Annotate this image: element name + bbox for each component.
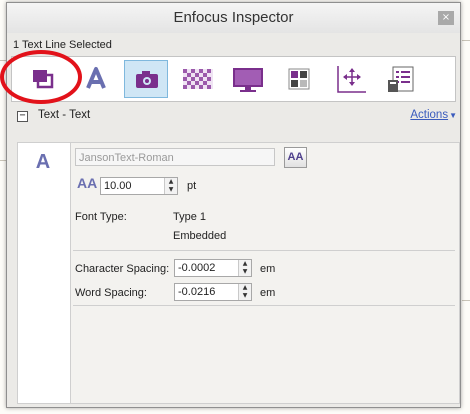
- font-embedded-status: Embedded: [173, 230, 227, 242]
- font-size-stepper[interactable]: 10.00 ▲ ▼: [100, 177, 178, 195]
- inspector-window: Enfocus Inspector × 1 Text Line Selected: [0, 2, 461, 408]
- selection-status: 1 Text Line Selected: [13, 39, 112, 51]
- tool-position-button[interactable]: [328, 60, 372, 98]
- character-spacing-stepper[interactable]: -0.0002 ▲ ▼: [174, 259, 252, 277]
- character-spacing-value[interactable]: -0.0002: [178, 262, 215, 274]
- word-spacing-unit: em: [260, 287, 276, 299]
- bg-line: [462, 300, 470, 301]
- close-icon: ×: [441, 12, 451, 23]
- character-spacing-label: Character Spacing:: [75, 263, 170, 275]
- panel-category-strip: A: [18, 143, 71, 403]
- dropdown-arrow-icon: ▼: [449, 111, 457, 120]
- annotation-circle: [0, 50, 82, 104]
- monitor-icon: [233, 68, 263, 92]
- collapse-toggle[interactable]: −: [17, 111, 28, 122]
- word-spacing-value[interactable]: -0.0216: [178, 286, 215, 298]
- stepper-arrows-icon[interactable]: ▲ ▼: [164, 178, 177, 194]
- font-size-unit: pt: [187, 180, 197, 192]
- color-swatches-icon: [288, 68, 310, 90]
- camera-icon: [136, 71, 158, 88]
- tool-preview-button[interactable]: [226, 60, 270, 98]
- word-spacing-label: Word Spacing:: [75, 287, 147, 299]
- text-properties-panel: A JansonText-Roman AA AA 10.00 ▲ ▼ pt Fon…: [17, 142, 460, 404]
- font-picker-button[interactable]: AA: [284, 147, 307, 168]
- font-type-label: Font Type:: [75, 211, 127, 223]
- tool-transparency-button[interactable]: [175, 60, 219, 98]
- position-axes-icon: [337, 66, 366, 93]
- font-size-icon: AA: [77, 175, 98, 191]
- title-bar[interactable]: Enfocus Inspector ×: [7, 3, 460, 33]
- window-title: Enfocus Inspector: [173, 9, 294, 26]
- tool-image-button[interactable]: [124, 60, 168, 98]
- bg-line: [462, 40, 470, 41]
- stepper-arrows-icon[interactable]: ▲ ▼: [238, 284, 251, 300]
- character-spacing-unit: em: [260, 263, 276, 275]
- actions-menu-link[interactable]: Actions▼: [410, 109, 457, 121]
- close-button[interactable]: ×: [438, 11, 454, 25]
- word-spacing-stepper[interactable]: -0.0216 ▲ ▼: [174, 283, 252, 301]
- actions-label: Actions: [410, 109, 449, 121]
- panel-content: JansonText-Roman AA AA 10.00 ▲ ▼ pt Font …: [71, 143, 459, 403]
- stepper-arrows-icon[interactable]: ▲ ▼: [238, 260, 251, 276]
- section-header: − Text - Text Actions▼: [17, 109, 457, 127]
- section-title: Text - Text: [38, 109, 91, 121]
- tool-document-button[interactable]: [378, 60, 422, 98]
- font-type-value: Type 1: [173, 211, 207, 223]
- font-name-field[interactable]: JansonText-Roman: [75, 148, 275, 166]
- text-category-icon[interactable]: A: [30, 151, 56, 177]
- document-list-icon: [388, 66, 414, 92]
- divider: [73, 250, 455, 251]
- font-size-value[interactable]: 10.00: [104, 180, 132, 192]
- transparency-icon: [183, 69, 213, 89]
- tool-color-button[interactable]: [277, 60, 321, 98]
- divider: [73, 305, 455, 306]
